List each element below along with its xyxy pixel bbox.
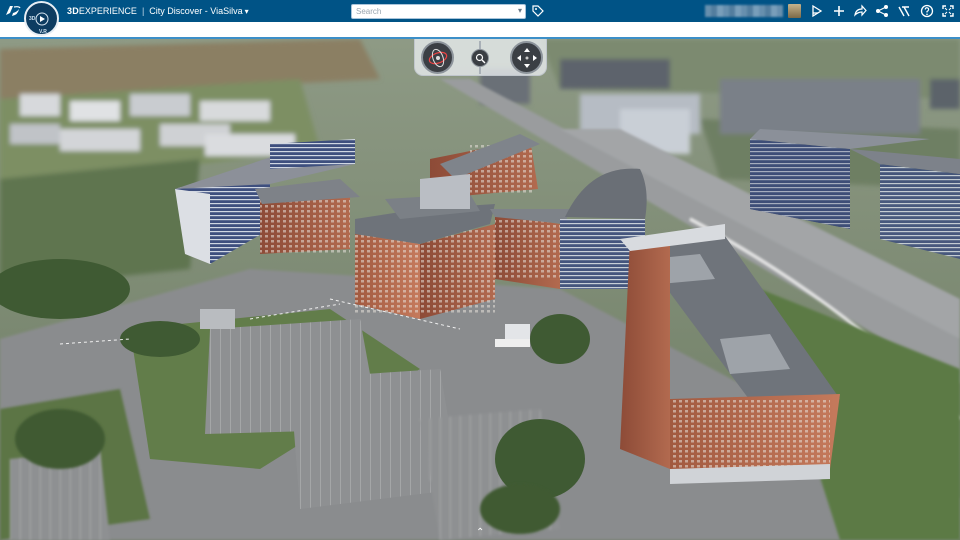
play-icon[interactable]: [35, 12, 49, 26]
search-box[interactable]: ▾: [351, 4, 526, 19]
pan-arrows-icon: [516, 47, 537, 68]
brand-name: EXPERIENCE: [78, 6, 137, 16]
magnifier-icon: [475, 53, 485, 63]
rotate-icon: [428, 48, 447, 67]
dassault-logo-icon[interactable]: [4, 3, 22, 19]
top-bar: 3DEXPERIENCE|City Discover - ViaSilva▾ ▾: [0, 0, 960, 22]
app-name: City Discover - ViaSilva: [149, 6, 243, 16]
compass-widget[interactable]: 3D V.R: [24, 1, 59, 36]
zoom-control[interactable]: [471, 49, 489, 67]
user-name-blurred[interactable]: [705, 5, 783, 17]
pan-control[interactable]: [510, 41, 543, 74]
share-icon[interactable]: [810, 4, 824, 18]
header-underline: [0, 22, 960, 39]
compass-label-3d: 3D: [29, 16, 36, 22]
network-icon[interactable]: [875, 4, 889, 18]
brand-title[interactable]: 3DEXPERIENCE | City Discover - ViaSilva ▾: [67, 6, 249, 16]
forward-icon[interactable]: [853, 4, 867, 18]
city-3d-view: [0, 39, 960, 540]
brand-prefix: 3D: [67, 6, 79, 16]
tag-icon[interactable]: [532, 5, 544, 17]
user-avatar[interactable]: [788, 4, 801, 18]
navigation-panel: [414, 39, 547, 76]
compass-label-vr: V.R: [39, 29, 47, 35]
search-input[interactable]: [352, 5, 510, 18]
orbit-control[interactable]: [421, 41, 454, 74]
help-icon[interactable]: [920, 4, 934, 18]
search-dropdown-icon[interactable]: ▾: [518, 6, 522, 15]
fullscreen-icon[interactable]: [941, 4, 955, 18]
app-chevron-down-icon[interactable]: ▾: [245, 7, 249, 16]
3d-city-viewport[interactable]: [0, 39, 960, 540]
add-icon[interactable]: [832, 4, 846, 18]
bottom-panel-toggle-icon[interactable]: ⌃: [476, 527, 484, 538]
brand-separator: |: [141, 6, 145, 16]
tools-icon[interactable]: [897, 4, 911, 18]
app-window: 3DEXPERIENCE|City Discover - ViaSilva▾ ▾: [0, 0, 960, 540]
